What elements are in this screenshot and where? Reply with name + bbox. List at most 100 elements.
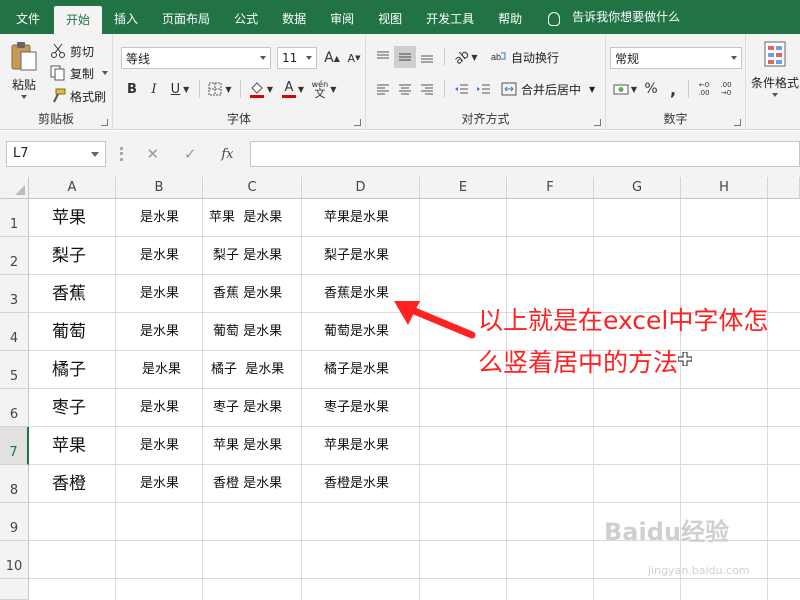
column-header-a[interactable]: A: [29, 177, 116, 199]
font-size-combo[interactable]: 11: [277, 47, 317, 69]
conditional-format-button[interactable]: 条件格式: [750, 40, 800, 97]
cell-c3[interactable]: 香蕉 是水果: [213, 275, 282, 313]
orientation-button[interactable]: ab ▼: [451, 46, 481, 68]
font-launcher-icon[interactable]: [354, 119, 361, 126]
row-header-11[interactable]: [0, 579, 29, 600]
cell-a7[interactable]: 苹果: [52, 427, 86, 465]
column-header-d[interactable]: D: [302, 177, 420, 199]
tab-home[interactable]: 开始: [54, 6, 103, 34]
borders-button[interactable]: ▼: [204, 78, 236, 100]
cell-d1[interactable]: 苹果是水果: [324, 199, 389, 237]
top-align-button[interactable]: [372, 46, 394, 68]
cell-d8[interactable]: 香橙是水果: [324, 465, 389, 503]
number-format-combo[interactable]: 常规: [610, 47, 742, 69]
row-header-2[interactable]: 2: [0, 237, 29, 275]
cell-d7[interactable]: 苹果是水果: [324, 427, 389, 465]
column-header-f[interactable]: F: [507, 177, 594, 199]
cell-c7[interactable]: 苹果 是水果: [213, 427, 282, 465]
column-header-b[interactable]: B: [116, 177, 203, 199]
align-right-button[interactable]: [416, 78, 438, 100]
row-header-3[interactable]: 3: [0, 275, 29, 313]
align-center-button[interactable]: [394, 78, 416, 100]
align-left-button[interactable]: [372, 78, 394, 100]
copy-button[interactable]: 复制: [50, 62, 109, 84]
enter-icon[interactable]: ✓: [184, 145, 197, 163]
cell-d4[interactable]: 葡萄是水果: [324, 313, 389, 351]
font-name-combo[interactable]: 等线: [121, 47, 271, 69]
name-box[interactable]: L7: [6, 141, 106, 167]
cell-b8[interactable]: 是水果: [140, 465, 179, 503]
cell-b6[interactable]: 是水果: [140, 389, 179, 427]
cell-c1[interactable]: 苹果 是水果: [209, 199, 282, 237]
format-painter-button[interactable]: 格式刷: [50, 85, 106, 107]
bold-button[interactable]: B: [121, 78, 143, 100]
grow-font-button[interactable]: A ▲: [321, 47, 343, 69]
cell-a8[interactable]: 香橙: [52, 465, 86, 503]
tab-page-layout[interactable]: 页面布局: [150, 0, 222, 34]
formula-input[interactable]: [250, 141, 800, 167]
cell-d5[interactable]: 橘子是水果: [324, 351, 389, 389]
cell-c6[interactable]: 枣子 是水果: [213, 389, 282, 427]
decrease-decimal-button[interactable]: .00 →0: [715, 78, 737, 100]
increase-decimal-button[interactable]: ←0.00: [693, 78, 715, 100]
tab-data[interactable]: 数据: [270, 0, 318, 34]
cell-d6[interactable]: 枣子是水果: [324, 389, 389, 427]
cell-b1[interactable]: 是水果: [140, 199, 179, 237]
accounting-format-button[interactable]: ▼: [610, 78, 640, 100]
cell-b4[interactable]: 是水果: [140, 313, 179, 351]
tab-review[interactable]: 审阅: [318, 0, 366, 34]
wrap-text-button[interactable]: ab 自动换行: [491, 46, 559, 68]
cell-a3[interactable]: 香蕉: [52, 275, 86, 313]
cell-c4[interactable]: 葡萄 是水果: [213, 313, 282, 351]
cell-d2[interactable]: 梨子是水果: [324, 237, 389, 275]
cancel-icon[interactable]: ✕: [146, 145, 159, 163]
column-header-g[interactable]: G: [594, 177, 681, 199]
cell-a1[interactable]: 苹果: [52, 199, 86, 237]
column-header-c[interactable]: C: [203, 177, 302, 199]
column-header-i[interactable]: [768, 177, 800, 199]
tab-formulas[interactable]: 公式: [222, 0, 270, 34]
cell-c8[interactable]: 香橙 是水果: [213, 465, 282, 503]
row-header-8[interactable]: 8: [0, 465, 29, 503]
cell-b3[interactable]: 是水果: [140, 275, 179, 313]
insert-function-button[interactable]: fx: [221, 147, 233, 162]
cell-b7[interactable]: 是水果: [140, 427, 179, 465]
middle-align-button[interactable]: [394, 46, 416, 68]
cell-a6[interactable]: 枣子: [52, 389, 86, 427]
cell-d3[interactable]: 香蕉是水果: [324, 275, 389, 313]
decrease-indent-button[interactable]: [451, 78, 473, 100]
cell-a2[interactable]: 梨子: [52, 237, 86, 275]
merge-center-button[interactable]: 合并后居中 ▼: [501, 78, 595, 100]
row-header-4[interactable]: 4: [0, 313, 29, 351]
tab-view[interactable]: 视图: [366, 0, 414, 34]
select-all-button[interactable]: [0, 177, 29, 199]
tell-me-box[interactable]: 告诉我你想要做什么: [534, 0, 680, 34]
column-header-e[interactable]: E: [420, 177, 507, 199]
tab-help[interactable]: 帮助: [486, 0, 534, 34]
row-header-1[interactable]: 1: [0, 199, 29, 237]
increase-indent-button[interactable]: [473, 78, 495, 100]
tab-file[interactable]: 文件: [0, 0, 54, 34]
row-header-10[interactable]: 10: [0, 541, 29, 579]
cell-b2[interactable]: 是水果: [140, 237, 179, 275]
paste-button[interactable]: 粘贴: [6, 40, 42, 99]
cell-a5[interactable]: 橘子: [52, 351, 86, 389]
cut-button[interactable]: 剪切: [50, 40, 94, 62]
row-header-7[interactable]: 7: [0, 427, 29, 465]
shrink-font-button[interactable]: A ▼: [343, 47, 365, 69]
column-header-h[interactable]: H: [681, 177, 768, 199]
cell-b5[interactable]: 是水果: [142, 351, 181, 389]
cell-c5[interactable]: 橘子 是水果: [211, 351, 284, 389]
clipboard-launcher-icon[interactable]: [101, 119, 108, 126]
bottom-align-button[interactable]: [416, 46, 438, 68]
percent-button[interactable]: %: [640, 78, 662, 100]
phonetic-button[interactable]: wén 文 ▼: [309, 78, 339, 100]
tab-developer[interactable]: 开发工具: [414, 0, 486, 34]
italic-button[interactable]: I: [143, 78, 165, 100]
cell-c2[interactable]: 梨子 是水果: [213, 237, 282, 275]
cell-a4[interactable]: 葡萄: [52, 313, 86, 351]
row-header-6[interactable]: 6: [0, 389, 29, 427]
fill-color-button[interactable]: ▼: [245, 78, 277, 100]
font-color-button[interactable]: A ▼: [277, 78, 309, 100]
underline-button[interactable]: U ▼: [165, 78, 195, 100]
